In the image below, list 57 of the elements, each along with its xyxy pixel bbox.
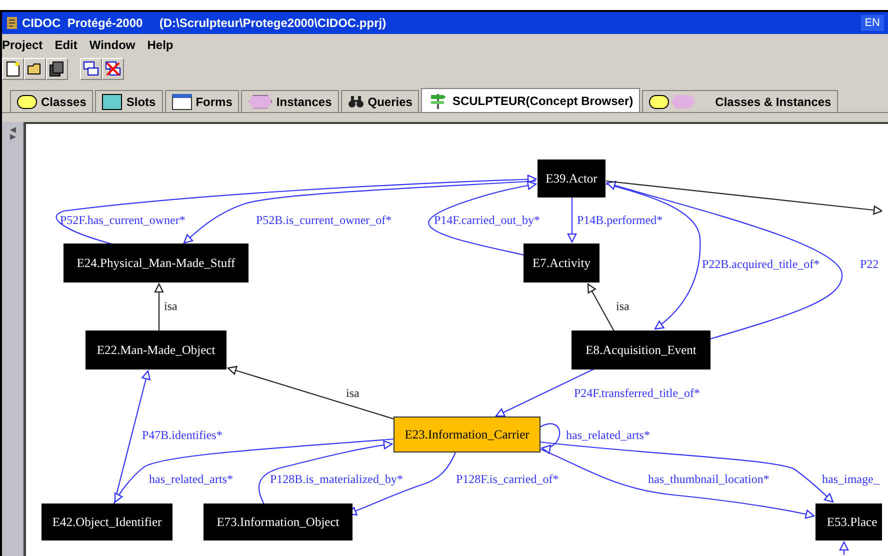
class-icon [649, 94, 670, 108]
tab[interactable]: Instances [241, 90, 339, 112]
signpost-icon [428, 92, 448, 110]
edge-label: P128F.is_carried_of* [456, 472, 559, 486]
instance-icon [671, 94, 696, 108]
collapse-arrows-icon[interactable] [8, 126, 16, 140]
tab[interactable]: Classes [10, 90, 94, 112]
class-node[interactable]: E39.Actor [538, 160, 606, 198]
windows-icon[interactable] [80, 58, 102, 80]
edge-label: isa [346, 386, 360, 400]
edge-label: P22B.acquired_title_of* [702, 257, 820, 271]
edge-label: has_thumbnail_location* [648, 472, 770, 486]
tab[interactable]: Slots [95, 90, 163, 112]
menu-item[interactable]: Edit [54, 36, 78, 54]
menu-item[interactable]: Help [147, 36, 174, 54]
tab[interactable]: Forms [164, 90, 240, 112]
form-icon [172, 94, 192, 110]
slot-icon [102, 94, 122, 110]
open-folder-icon[interactable] [24, 58, 46, 80]
app-icon [6, 16, 18, 30]
edge-label: P47B.identifies* [142, 428, 222, 442]
class-node[interactable]: E73.Information_Object [204, 504, 352, 540]
class-node[interactable]: E23.Information_Carrier [394, 416, 540, 452]
edge-label: isa [164, 299, 178, 313]
edge-label: P14F.carried_out_by* [434, 213, 540, 227]
edge-label: P52B.is_current_owner_of* [256, 213, 392, 227]
language-indicator: EN [860, 14, 884, 32]
edge-label: has_image_ [822, 472, 880, 486]
edge-label: P52F.has_current_owner* [60, 213, 186, 227]
binoculars-icon [348, 95, 364, 108]
edge-label: P128B.is_materialized_by* [270, 472, 403, 486]
menu-item[interactable]: Project [2, 36, 43, 54]
edge-label: P14B.performed* [577, 213, 663, 227]
window-title: CIDOC Protégé-2000 (D:\Scrulpteur\Protege2000\CIDOC.pprj) [22, 15, 386, 32]
edge-label: isa [616, 299, 630, 313]
class-node[interactable]: E53.Place [816, 504, 882, 540]
isa-arrow [154, 283, 164, 331]
relation-arrow [567, 197, 577, 243]
tab[interactable]: Classes & Instances [642, 90, 838, 112]
menu-item[interactable]: Window [89, 36, 136, 54]
tab[interactable]: Queries [340, 90, 420, 112]
class-node[interactable]: E24.Physical_Man-Made_Stuff [64, 244, 248, 282]
class-icon [17, 94, 37, 108]
instance-icon [248, 94, 272, 108]
tab[interactable]: SCULPTEUR(Concept Browser) [421, 88, 640, 112]
edge-label: P24F.transferred_title_of* [574, 386, 700, 400]
edge-label: has_related_arts* [149, 472, 233, 486]
class-node[interactable]: E8.Acquisition_Event [572, 330, 710, 370]
edge-label: has_related_arts* [566, 428, 650, 442]
edge-label: P22 [860, 257, 879, 271]
new-file-icon[interactable] [2, 58, 24, 80]
class-node[interactable]: E22.Man-Made_Object [86, 330, 226, 370]
delete-windows-icon[interactable] [102, 58, 124, 80]
isa-arrow [587, 283, 614, 332]
class-node[interactable]: E7.Activity [524, 244, 600, 282]
class-node[interactable]: E42.Object_Identifier [42, 504, 172, 540]
relation-arrow [839, 541, 849, 555]
